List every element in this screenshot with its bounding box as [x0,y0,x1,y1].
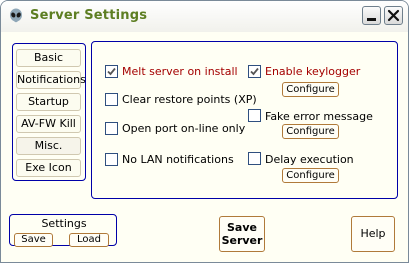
settings-title: Settings [41,217,87,230]
nav-misc-button[interactable]: Misc. [16,137,81,155]
settings-load-button[interactable]: Load [69,233,109,247]
help-button[interactable]: Help [351,216,395,252]
close-icon [387,9,400,22]
enable-keylogger-label: Enable keylogger [265,65,361,78]
checkmark-icon [250,67,259,76]
minimize-icon [367,18,376,21]
alien-head-icon [8,8,24,24]
checkmark-icon [107,67,116,76]
fake-error-message-checkbox[interactable] [248,109,261,122]
enable-keylogger-checkbox[interactable] [248,65,261,78]
settings-save-button[interactable]: Save [14,233,53,247]
nav-startup-button[interactable]: Startup [16,93,81,111]
nav-notifications-button[interactable]: Notifications [16,71,86,89]
server-settings-window: Server Settings Basic Notifications Star… [0,0,409,263]
minimize-button[interactable] [362,6,381,25]
melt-server-checkbox[interactable] [105,65,118,78]
clear-restore-points-label: Clear restore points (XP) [122,93,257,106]
fake-error-message-label: Fake error message [265,110,373,123]
title-bar[interactable]: Server Settings [1,1,408,32]
window-title: Server Settings [30,8,148,23]
close-button[interactable] [384,6,403,25]
open-port-checkbox[interactable] [105,122,118,135]
nav-basic-button[interactable]: Basic [16,49,81,67]
save-server-button[interactable]: Save Server [219,216,265,252]
delay-configure-button[interactable]: Configure [282,168,339,183]
melt-server-label: Melt server on install [122,65,238,78]
client-area: Basic Notifications Startup AV-FW Kill M… [4,32,405,260]
fake-error-configure-button[interactable]: Configure [282,124,339,139]
clear-restore-points-checkbox[interactable] [105,93,118,106]
delay-execution-label: Delay execution [265,153,354,166]
no-lan-notifications-label: No LAN notifications [122,153,234,166]
save-server-label-line2: Server [221,234,263,247]
nav-av-fw-kill-button[interactable]: AV-FW Kill [16,115,81,133]
delay-execution-checkbox[interactable] [248,152,261,165]
open-port-label: Open port on-line only [122,122,246,135]
nav-exe-icon-button[interactable]: Exe Icon [16,159,81,177]
no-lan-notifications-checkbox[interactable] [105,153,118,166]
keylogger-configure-button[interactable]: Configure [282,82,339,97]
save-server-label-line1: Save [227,221,257,234]
